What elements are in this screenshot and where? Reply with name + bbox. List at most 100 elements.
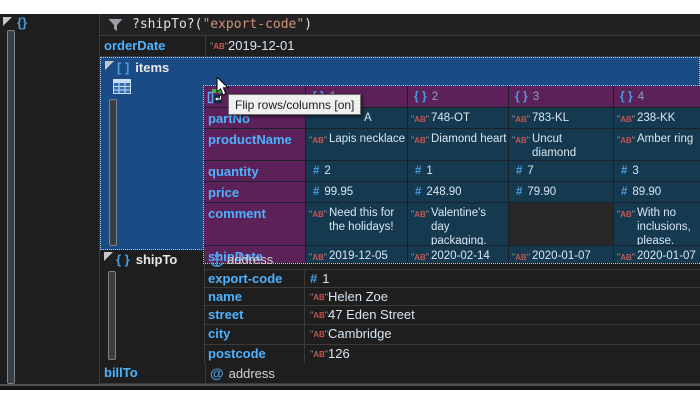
- cell-quantity-3[interactable]: #7: [509, 161, 613, 181]
- billTo-value[interactable]: @address: [205, 363, 700, 383]
- filter-row[interactable]: ?shipTo?("export-code"): [100, 14, 700, 36]
- string-type-icon: "AB": [210, 41, 228, 51]
- object-type-icon: { }: [116, 252, 130, 267]
- cell-price-1[interactable]: #99.95: [306, 182, 407, 202]
- shipTo-key[interactable]: { } shipTo: [116, 252, 177, 267]
- row-key-productName[interactable]: productName: [204, 129, 305, 160]
- cell-text: With no inclusions, please.: [637, 206, 697, 245]
- cell-text: 1: [426, 165, 432, 177]
- cell-text: 99.95: [324, 186, 353, 198]
- screenshot-canvas: {} ?shipTo?("export-code") orderDate "AB…: [0, 0, 700, 408]
- number-type-icon: #: [415, 165, 421, 177]
- string-type-icon: "AB": [411, 112, 429, 127]
- field-value-text: 1: [322, 271, 329, 286]
- cell-partNo-3[interactable]: "AB"783-KL: [509, 108, 613, 128]
- string-type-icon: "AB": [310, 310, 328, 320]
- string-type-icon: "AB": [617, 112, 635, 127]
- items-collapse-bar[interactable]: [109, 99, 117, 246]
- cell-text: Valentine's day packaging.: [431, 206, 506, 245]
- orderDate-key[interactable]: orderDate: [100, 35, 205, 56]
- collapse-triangle-icon[interactable]: [104, 252, 113, 261]
- table-view-icon[interactable]: [113, 79, 131, 94]
- shipTo-key-cell[interactable]: { } shipTo: [100, 250, 205, 363]
- cell-partNo-4[interactable]: "AB"238-KK: [614, 108, 700, 128]
- root-collapse-bar[interactable]: [7, 30, 15, 384]
- window-bottom-strip: [0, 386, 700, 390]
- row-key-quantity[interactable]: quantity: [204, 161, 305, 181]
- billTo-key[interactable]: billTo: [100, 363, 205, 383]
- filter-expression[interactable]: ?shipTo?("export-code"): [132, 17, 312, 32]
- cell-comment-4[interactable]: "AB"With no inclusions, please.: [614, 203, 700, 245]
- cell-price-4[interactable]: #89.90: [614, 182, 700, 202]
- export-code-value[interactable]: #1: [305, 270, 700, 287]
- cell-price-2[interactable]: #248.90: [408, 182, 508, 202]
- cell-text: 89.90: [632, 186, 661, 198]
- object-type-icon: { }: [414, 89, 427, 103]
- city-key[interactable]: city: [205, 325, 305, 344]
- cell-quantity-2[interactable]: #1: [408, 161, 508, 181]
- billTo-ref-text: address: [229, 366, 275, 381]
- object-type-icon: { }: [620, 89, 633, 103]
- cell-comment-1[interactable]: "AB"Need this for the holidays!: [306, 203, 407, 245]
- orderDate-value[interactable]: "AB"2019-12-01: [205, 35, 700, 56]
- string-type-icon: "AB": [617, 133, 635, 148]
- cell-productName-2[interactable]: "AB"Diamond heart: [408, 129, 508, 160]
- cell-comment-2[interactable]: "AB"Valentine's day packaging.: [408, 203, 508, 245]
- row-key-comment[interactable]: comment: [204, 203, 305, 245]
- cell-text: 238-KK: [637, 111, 699, 125]
- row-export-code: export-code #1: [205, 270, 700, 288]
- anchor-icon: [210, 253, 224, 268]
- number-type-icon: #: [313, 165, 319, 177]
- items-key[interactable]: [ ]items: [117, 60, 169, 75]
- filter-suffix: ): [304, 17, 312, 32]
- postcode-key[interactable]: postcode: [205, 345, 305, 363]
- column-header-3[interactable]: { }3: [509, 86, 613, 107]
- field-value-text: 47 Eden Street: [328, 307, 415, 322]
- filter-string-arg: "export-code": [202, 17, 304, 32]
- street-value[interactable]: "AB"47 Eden Street: [305, 306, 700, 324]
- string-type-icon: "AB": [512, 112, 530, 127]
- row-billTo: billTo @address: [100, 363, 700, 384]
- shipTo-anchor-row[interactable]: address: [205, 250, 700, 270]
- cell-productName-1[interactable]: "AB"Lapis necklace: [306, 129, 407, 160]
- column-header-4[interactable]: { } 4: [614, 86, 700, 107]
- export-code-key[interactable]: export-code: [205, 270, 305, 287]
- number-type-icon: #: [516, 186, 522, 198]
- items-array-block-selected[interactable]: [ ]items: [100, 57, 700, 250]
- column-index: 4: [638, 91, 644, 103]
- number-type-icon: #: [621, 186, 627, 198]
- shipTo-collapse-bar[interactable]: [108, 271, 116, 360]
- json-grid-editor: {} ?shipTo?("export-code") orderDate "AB…: [0, 14, 700, 390]
- string-type-icon: "AB": [310, 329, 328, 339]
- name-key[interactable]: name: [205, 288, 305, 305]
- cell-partNo-2[interactable]: "AB"748-OT: [408, 108, 508, 128]
- cell-text: Lapis necklace: [329, 132, 405, 146]
- cell-quantity-1[interactable]: #2: [306, 161, 407, 181]
- filter-funnel-icon: [108, 18, 123, 32]
- grid-content: ?shipTo?("export-code") orderDate "AB"20…: [100, 14, 700, 384]
- postcode-value[interactable]: "AB"126: [305, 345, 700, 363]
- collapse-triangle-icon[interactable]: [105, 61, 114, 70]
- shipTo-key-text: shipTo: [136, 252, 178, 267]
- cell-quantity-4[interactable]: #3: [614, 161, 700, 181]
- cell-price-3[interactable]: #79.90: [509, 182, 613, 202]
- row-street: street "AB"47 Eden Street: [205, 306, 700, 325]
- cell-productName-3[interactable]: "AB"Uncut diamond: [509, 129, 613, 160]
- collapse-triangle-icon[interactable]: [3, 17, 12, 26]
- root-object-cell[interactable]: {}: [0, 14, 100, 384]
- row-key-price[interactable]: price: [204, 182, 305, 202]
- cell-text: Uncut diamond: [532, 132, 592, 160]
- city-value[interactable]: "AB"Cambridge: [305, 325, 700, 344]
- cell-productName-4[interactable]: "AB"Amber ring: [614, 129, 700, 160]
- column-header-2[interactable]: { }2: [408, 86, 508, 107]
- string-type-icon: "AB": [309, 207, 327, 222]
- cell-text: 79.90: [527, 186, 556, 198]
- orderDate-value-text: 2019-12-01: [228, 38, 295, 53]
- string-type-icon: "AB": [310, 292, 328, 302]
- cell-comment-3-empty[interactable]: [509, 203, 613, 245]
- string-type-icon: "AB": [617, 207, 635, 222]
- street-key[interactable]: street: [205, 306, 305, 324]
- filter-prefix: ?shipTo?(: [132, 17, 202, 32]
- field-value-text: Cambridge: [328, 326, 392, 341]
- name-value[interactable]: "AB"Helen Zoe: [305, 288, 700, 305]
